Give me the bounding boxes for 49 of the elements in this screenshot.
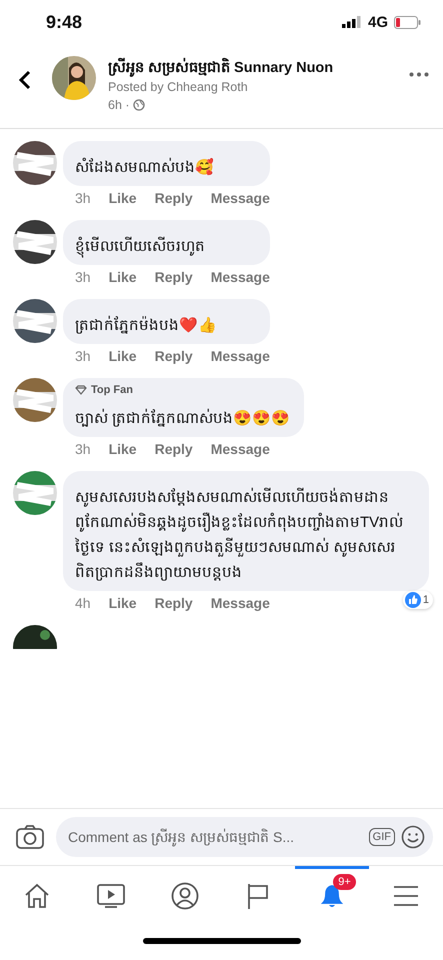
comment-time: 3h xyxy=(75,348,91,364)
comment-action-link[interactable]: Message xyxy=(210,190,270,206)
comment-action-link[interactable]: Reply xyxy=(154,348,193,364)
page-name[interactable]: ស្រីអូន សម្រស់ធម្មជាតិ Sunnary Nuon xyxy=(108,58,397,78)
comment-action-link[interactable]: Like xyxy=(108,441,137,457)
comment-action-link[interactable]: Reply xyxy=(154,595,193,611)
comment-action-link[interactable]: Like xyxy=(108,269,137,285)
comment-action-link[interactable]: Like xyxy=(108,595,137,611)
comment-text: សូមសសេរបងសម្ដែងសមណាស់មើលហើយចង់តាមដាន ពូកែណាស់មិនឆ្គងដូចរឿងខ្លះដែលកំពុងបញ្ចាំងតាមTVរាល់ថ្ងៃទេ នេះសំឡេងពួកបងតួនីមួយៗសមណាស់ សូមសសេរពិតប្រាកដនឹងព្យាយាមបន្តបង xyxy=(75,486,404,583)
comment-time: 3h xyxy=(75,190,91,206)
reaction-count[interactable]: 1 xyxy=(402,591,433,609)
top-fan-label: Top Fan xyxy=(91,384,133,396)
notification-count: 9+ xyxy=(333,874,356,890)
comment-time: 4h xyxy=(75,595,91,611)
comment-action-link[interactable]: Like xyxy=(108,190,137,206)
more-icon[interactable] xyxy=(409,72,429,77)
comment-time: 3h xyxy=(75,441,91,457)
comment-action-link[interactable]: Message xyxy=(210,595,270,611)
comment-text: ខ្ញុំមើលហើយសើចរហូត xyxy=(75,234,256,259)
flag-icon xyxy=(246,882,270,910)
like-icon xyxy=(404,592,421,608)
camera-icon[interactable] xyxy=(16,825,44,849)
comment-action-link[interactable]: Message xyxy=(210,269,270,285)
diamond-icon xyxy=(75,385,87,395)
home-icon xyxy=(22,882,51,908)
back-icon[interactable] xyxy=(18,70,32,90)
signal-icon xyxy=(342,16,362,28)
post-time: 6h · xyxy=(108,97,130,114)
network-label: 4G xyxy=(368,14,388,30)
profile-icon xyxy=(170,882,199,910)
comment-text: ច្បាស់ ត្រជាក់ភ្នែកណាស់បង😍😍😍 xyxy=(75,408,290,429)
comment-action-link[interactable]: Message xyxy=(210,441,270,457)
status-time: 9:48 xyxy=(46,12,82,32)
video-icon xyxy=(96,882,125,908)
emoji-icon[interactable] xyxy=(401,825,425,849)
comment-action-link[interactable]: Reply xyxy=(154,269,193,285)
comment-text: ត្រជាក់ភ្នែកម៉ងបង❤👍 xyxy=(75,314,218,336)
posted-by[interactable]: Posted by Chheang Roth xyxy=(108,78,397,96)
nav-tab[interactable]: 9+ xyxy=(295,866,370,922)
comment-action-link[interactable]: Reply xyxy=(154,190,193,206)
battery-icon xyxy=(394,16,421,28)
comment-action-link[interactable]: Reply xyxy=(154,441,193,457)
comment-action-link[interactable]: Like xyxy=(108,348,137,364)
comment-action-link[interactable]: Message xyxy=(210,348,270,364)
comment-text: សំដែងសមណាស់បង🥰 xyxy=(75,156,215,178)
gif-button[interactable]: GIF xyxy=(368,828,395,846)
comment-field[interactable]: Comment as ស្រីអូន សម្រស់ធម្មជាតិ S... GIF xyxy=(56,817,433,857)
comment-time: 3h xyxy=(75,269,91,285)
menu-icon xyxy=(393,884,420,906)
